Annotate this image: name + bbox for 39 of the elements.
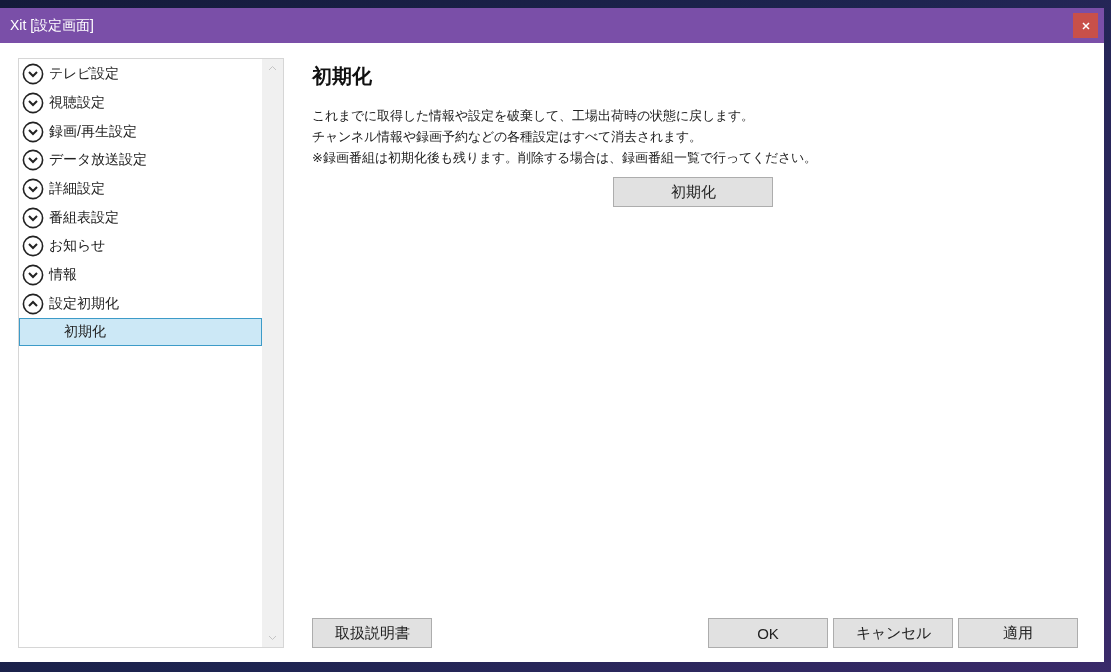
tree-item[interactable]: 録画/再生設定 — [19, 117, 262, 147]
tree-item-label: 設定初期化 — [49, 294, 119, 313]
tree-item[interactable]: 視聴設定 — [19, 88, 262, 118]
tree-item-label: 録画/再生設定 — [49, 122, 137, 141]
dialog-button[interactable]: キャンセル — [833, 618, 953, 648]
tree-item-label: 視聴設定 — [49, 94, 105, 113]
dialog-button[interactable]: 適用 — [958, 618, 1078, 648]
tree-item-label: データ放送設定 — [49, 151, 147, 170]
tree-item[interactable]: お知らせ — [19, 232, 262, 261]
tree-subitem[interactable]: 初期化 — [19, 318, 262, 347]
chevron-down-icon[interactable] — [22, 206, 44, 229]
dialog-button[interactable]: OK — [708, 618, 828, 648]
chevron-down-icon[interactable] — [22, 92, 44, 115]
chevron-down-icon[interactable] — [22, 120, 44, 143]
tree-item-label: 情報 — [49, 266, 77, 285]
tree-item[interactable]: 詳細設定 — [19, 174, 262, 204]
section-heading: 初期化 — [312, 64, 373, 89]
tree-item[interactable]: 設定初期化 — [19, 289, 262, 319]
chevron-down-icon[interactable] — [22, 63, 44, 86]
tree-item[interactable]: テレビ設定 — [19, 60, 262, 89]
window-title: Xit [設定画面] — [10, 16, 94, 35]
tree-item-label: お知らせ — [49, 237, 105, 256]
chevron-down-icon[interactable] — [22, 264, 44, 287]
description-text: チャンネル情報や録画予約などの各種設定はすべて消去されます。 — [312, 128, 703, 146]
tree-item-label: テレビ設定 — [49, 65, 119, 84]
tree-item[interactable]: 情報 — [19, 260, 262, 290]
chevron-down-icon[interactable] — [22, 149, 44, 172]
initialize-button[interactable]: 初期化 — [613, 177, 773, 207]
close-icon — [1081, 21, 1090, 30]
tree-item[interactable]: 番組表設定 — [19, 203, 262, 233]
tree-item[interactable]: データ放送設定 — [19, 146, 262, 175]
chevron-down-icon[interactable] — [22, 178, 44, 201]
tree-item-label: 番組表設定 — [49, 208, 119, 227]
manual-button[interactable]: 取扱説明書 — [312, 618, 432, 648]
description-text: これまでに取得した情報や設定を破棄して、工場出荷時の状態に戻します。 — [312, 107, 755, 125]
description-text: ※録画番組は初期化後も残ります。削除する場合は、録画番組一覧で行ってください。 — [312, 149, 818, 167]
chevron-up-icon[interactable] — [22, 292, 44, 315]
tree-item-label: 詳細設定 — [49, 180, 105, 199]
chevron-down-icon[interactable] — [22, 235, 44, 258]
